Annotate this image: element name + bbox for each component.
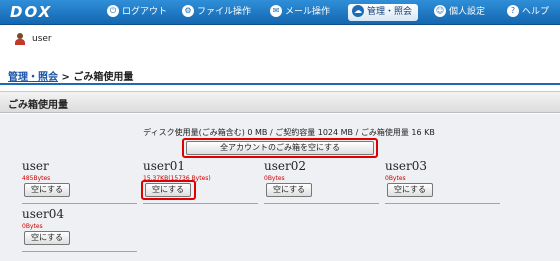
breadcrumb-current: ごみ箱使用量: [73, 72, 134, 83]
cloud-icon: ☁: [352, 4, 364, 17]
account-trash-size: 485Bytes: [22, 175, 51, 182]
nav-mail-operations[interactable]: ✉ メール操作: [268, 4, 330, 21]
empty-trash-button-user[interactable]: 空にする: [24, 183, 70, 197]
nav-admin-inquiry[interactable]: ☁ 管理・照会: [348, 4, 419, 21]
section-header: ごみ箱使用量: [0, 91, 560, 113]
account-name: user04: [22, 207, 64, 221]
account-trash-size: 0Bytes: [22, 223, 43, 230]
breadcrumb-divider: [0, 83, 560, 85]
breadcrumb-link-admin[interactable]: 管理・照会: [8, 72, 58, 83]
help-icon: ?: [507, 4, 519, 17]
power-icon: ⏻: [107, 4, 119, 17]
account-card-user02: user02 0Bytes 空にする: [264, 159, 379, 215]
nav-help[interactable]: ? ヘルプ: [505, 4, 549, 21]
mail-icon: ✉: [270, 4, 282, 17]
account-card-user04: user04 0Bytes 空にする: [22, 207, 137, 261]
nav-personal-settings-label: 個人設定: [449, 7, 486, 17]
disk-usage-summary: ディスク使用量(ごみ箱含む) 0 MB / ご契約容量 1024 MB / ごみ…: [143, 128, 435, 137]
user-name: user: [32, 34, 52, 44]
breadcrumb-separator: >: [61, 72, 70, 83]
nav-file-operations[interactable]: ⚙ ファイル操作: [180, 4, 251, 21]
folder-gear-icon: ⚙: [182, 4, 194, 17]
top-navigation-bar: DOX ⏻ ログアウト ⚙ ファイル操作 ✉ メール操作 ☁ 管理・照会 ☺ 個人設定 ?…: [0, 0, 560, 25]
nav-file-operations-label: ファイル操作: [197, 7, 252, 17]
current-user: user: [14, 32, 52, 46]
account-divider: [22, 203, 137, 204]
account-trash-size: 0Bytes: [385, 175, 406, 182]
account-divider: [22, 251, 137, 252]
account-divider: [143, 203, 258, 204]
account-card-user03: user03 0Bytes 空にする: [385, 159, 500, 215]
nav-logout-label: ログアウト: [122, 7, 168, 17]
user-icon: [14, 33, 26, 45]
nav-logout[interactable]: ⏻ ログアウト: [105, 4, 167, 21]
section-title: ごみ箱使用量: [8, 100, 68, 111]
account-name: user01: [143, 159, 185, 173]
account-trash-size: 0Bytes: [264, 175, 285, 182]
nav-mail-operations-label: メール操作: [285, 7, 331, 17]
account-name: user03: [385, 159, 427, 173]
empty-trash-button-user03[interactable]: 空にする: [387, 183, 433, 197]
account-name: user: [22, 159, 49, 173]
nav-help-label: ヘルプ: [522, 7, 550, 17]
highlight-empty-user01: [141, 180, 196, 200]
nav-admin-inquiry-label: 管理・照会: [367, 7, 413, 17]
empty-trash-button-user02[interactable]: 空にする: [266, 183, 312, 197]
dox-logo: DOX: [10, 3, 53, 21]
account-name: user02: [264, 159, 306, 173]
account-divider: [385, 203, 500, 204]
breadcrumb: 管理・照会 > ごみ箱使用量: [8, 68, 133, 83]
empty-trash-button-user04[interactable]: 空にする: [24, 231, 70, 245]
nav-personal-settings[interactable]: ☺ 個人設定: [432, 4, 485, 21]
account-divider: [264, 203, 379, 204]
empty-all-trash-button[interactable]: 全アカウントのごみ箱を空にする: [186, 141, 374, 155]
person-icon: ☺: [434, 4, 446, 17]
